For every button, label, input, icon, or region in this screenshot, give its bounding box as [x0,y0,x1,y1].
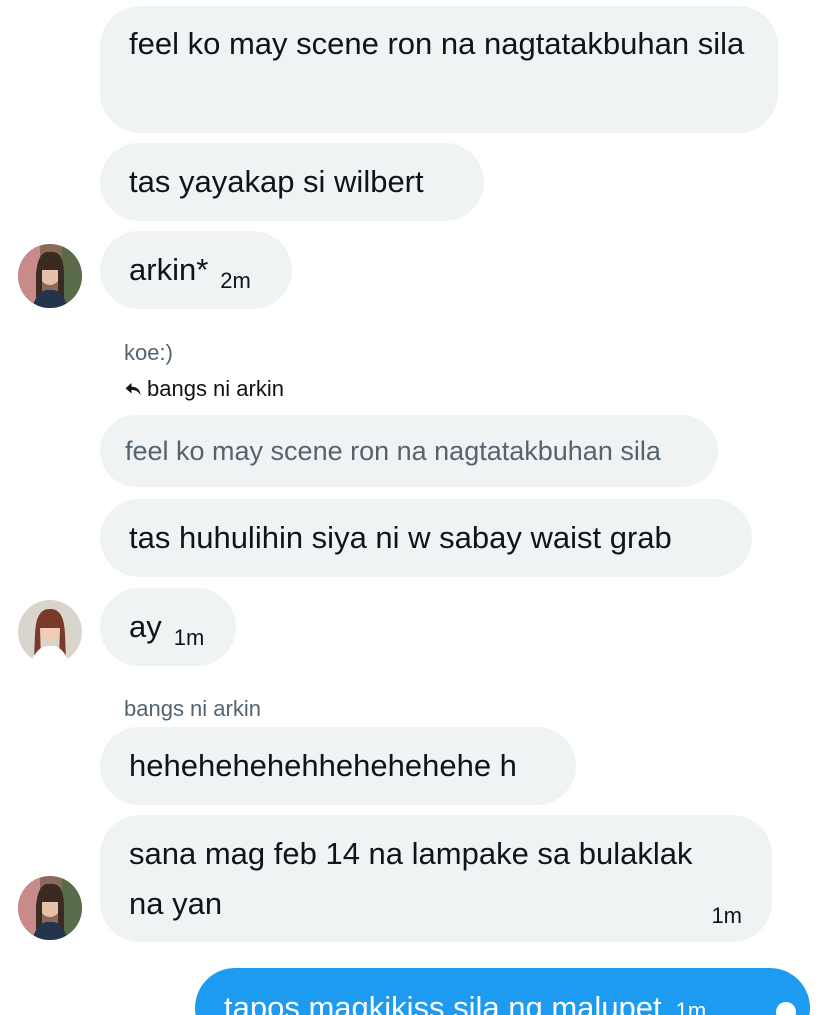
message-bubble[interactable]: ay 1m [100,588,236,666]
reply-indicator: bangs ni arkin [124,376,284,404]
message-text: arkin* [129,252,209,287]
avatar[interactable] [18,876,82,940]
avatar[interactable] [18,244,82,308]
message-text: tas yayakap si wilbert [129,164,424,199]
message-timestamp: 1m [711,903,742,928]
check-icon [776,1002,796,1015]
message-bubble[interactable]: arkin* 2m [100,231,292,309]
sent-message-bubble[interactable]: tapos magkikiss sila ng malupet 1m [195,968,810,1015]
message-bubble[interactable]: tas huhulihin siya ni w sabay waist grab [100,499,752,577]
message-timestamp: 2m [220,268,251,293]
message-text: tas huhulihin siya ni w sabay waist grab [129,520,672,555]
sender-name: bangs ni arkin [124,696,261,721]
reply-to-name: bangs ni arkin [147,376,284,401]
message-timestamp: 1m [173,625,205,650]
message-text: sana mag feb 14 na lampake sa bulaklak n… [129,836,693,921]
reply-arrow-icon [124,378,144,404]
quoted-text: feel ko may scene ron na nagtatakbuhan s… [125,436,661,466]
message-text: tapos magkikiss sila ng malupet [224,990,662,1015]
message-text: ay [129,609,162,644]
message-bubble[interactable]: feel ko may scene ron na nagtatakbuhan s… [100,6,778,133]
message-bubble[interactable]: tas yayakap si wilbert [100,143,484,221]
dm-conversation: feel ko may scene ron na nagtatakbuhan s… [0,0,828,1015]
message-bubble[interactable]: sana mag feb 14 na lampake sa bulaklak n… [100,815,772,942]
message-bubble[interactable]: hehehehehehhehehehehe h [100,727,576,805]
sender-name: koe:) [124,340,173,365]
avatar[interactable] [18,600,82,664]
quoted-message[interactable]: feel ko may scene ron na nagtatakbuhan s… [100,415,718,487]
message-text: hehehehehehhehehehehe h [129,748,517,783]
message-timestamp: 1m [675,998,707,1015]
message-text: feel ko may scene ron na nagtatakbuhan s… [129,26,745,61]
